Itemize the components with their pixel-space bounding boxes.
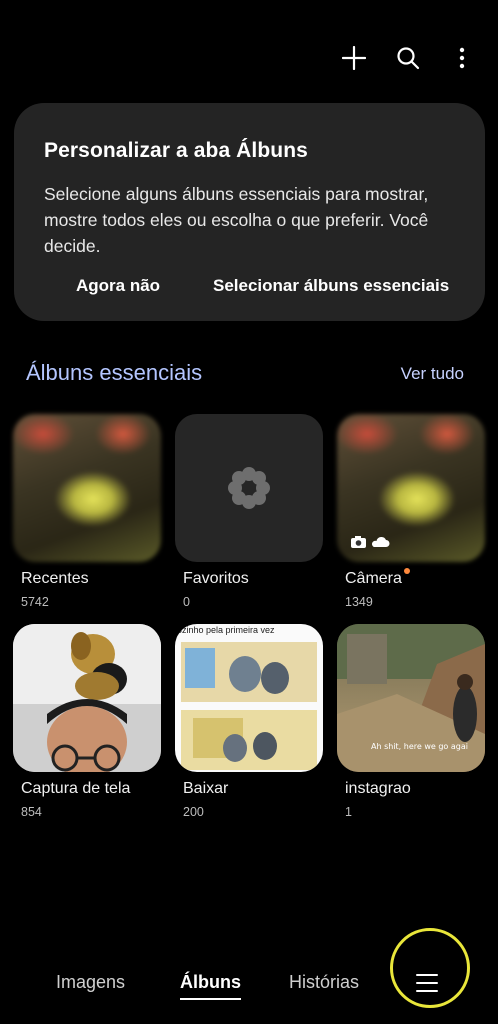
album-name: Câmera [345,570,402,587]
select-essential-albums-button[interactable]: Selecionar álbuns essenciais [213,276,449,296]
tab-historias[interactable]: Histórias [289,972,359,993]
card-title: Personalizar a aba Álbuns [44,139,308,162]
tab-albuns[interactable]: Álbuns [180,972,241,1000]
highlight-circle [390,928,470,1008]
search-icon[interactable] [394,44,422,72]
more-vertical-icon[interactable] [448,44,476,72]
screenshot-preview [13,624,161,772]
album-name: Favoritos [183,570,249,587]
active-tab-indicator [180,998,241,1000]
album-thumbnail-captura[interactable] [13,624,161,772]
album-count: 5742 [21,595,49,609]
album-count: 854 [21,805,42,819]
camera-icon [351,536,390,548]
section-title: Álbuns essenciais [26,360,203,385]
meme-caption: Ah shit, here we go agai [371,742,468,751]
album-thumbnail-recentes[interactable] [13,414,161,562]
plus-icon[interactable] [340,44,368,72]
tab-albuns-label: Álbuns [180,972,241,992]
meme-caption: ozinho pela primeira vez [177,625,275,635]
album-thumbnail-favoritos[interactable] [175,414,323,562]
hamburger-menu-icon[interactable] [416,973,438,993]
album-name-camera: Câmera [345,568,410,588]
card-body: Selecione alguns álbuns essenciais para … [44,184,429,256]
album-count: 200 [183,805,204,819]
new-content-dot [403,568,410,574]
tab-imagens[interactable]: Imagens [56,972,125,993]
album-count: 1349 [345,595,373,609]
album-thumbnail-instagrao[interactable]: Ah shit, here we go agai [337,624,485,772]
album-name: Captura de tela [21,780,131,797]
top-toolbar [340,44,476,72]
meme-preview [181,642,317,770]
album-count: 1 [345,805,352,819]
album-name: Recentes [21,570,89,587]
not-now-button[interactable]: Agora não [76,276,160,296]
album-thumbnail-baixar[interactable]: ozinho pela primeira vez [175,624,323,772]
album-name: instagrao [345,780,411,797]
flower-icon [228,467,270,509]
album-name: Baixar [183,780,229,797]
cloud-icon [372,536,390,547]
album-count: 0 [183,595,190,609]
see-all-link[interactable]: Ver tudo [401,364,464,384]
